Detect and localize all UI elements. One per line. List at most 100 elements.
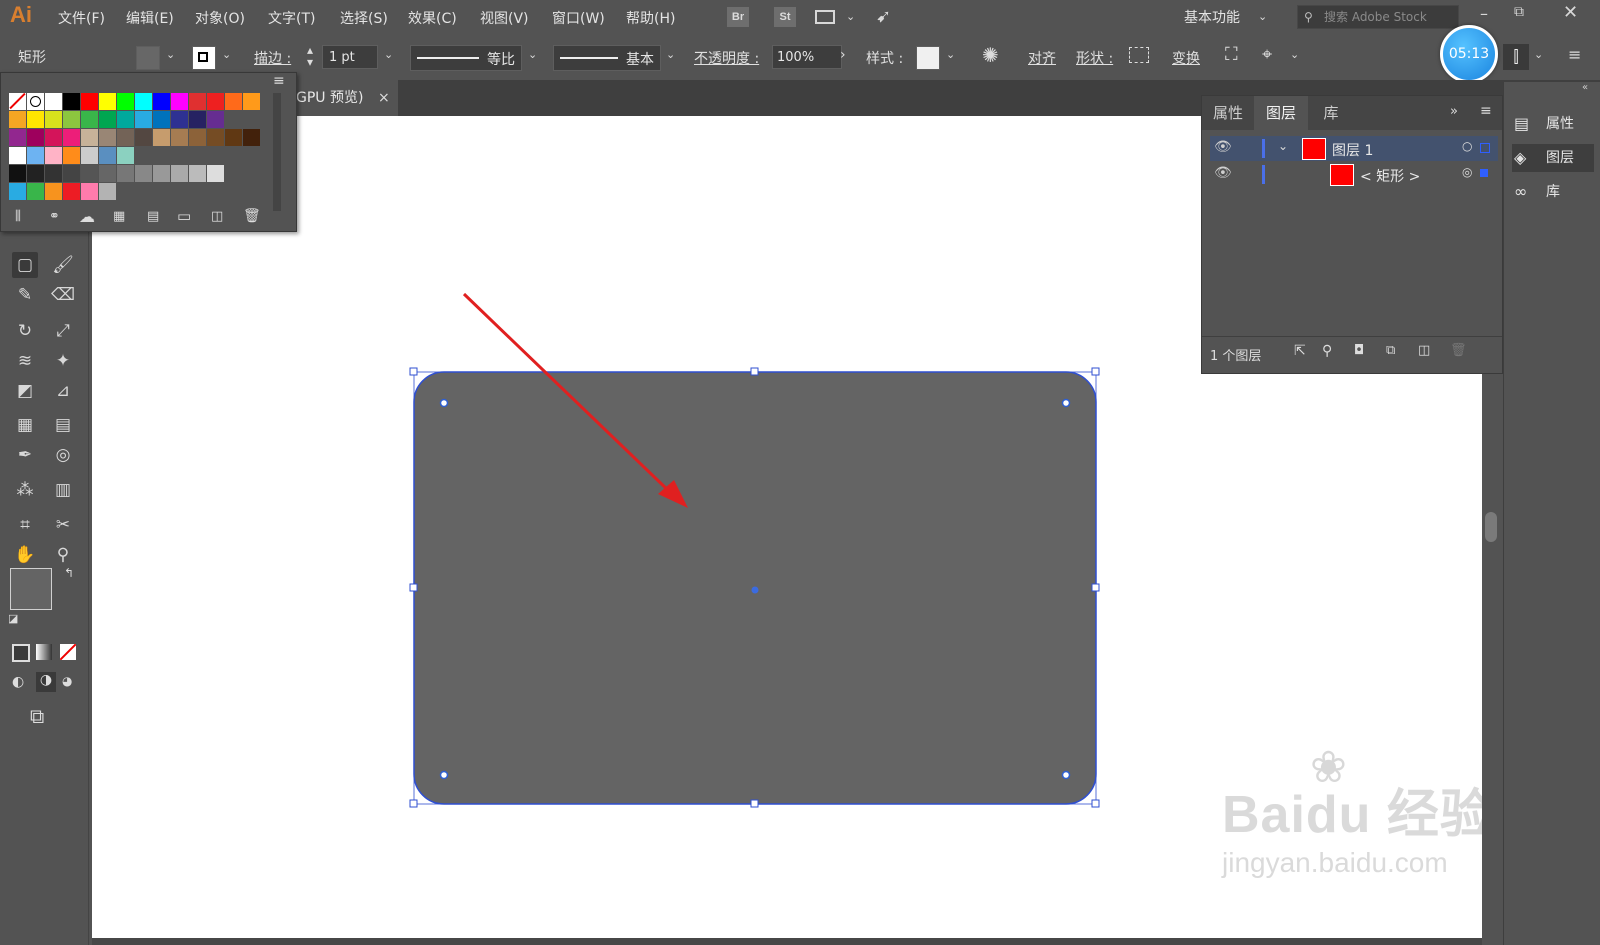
swatch[interactable] [45,93,62,110]
swatch[interactable] [171,111,188,128]
gradient-mode-icon[interactable] [36,644,52,660]
stock-icon[interactable]: St [774,7,796,27]
target-icon[interactable]: ○ [1462,139,1472,153]
transform-each-icon[interactable]: ⛶ [1225,44,1238,65]
chevron-down-icon[interactable]: ⌄ [666,48,675,61]
stroke-swatch[interactable] [192,46,216,70]
delete-icon[interactable]: 🗑 [1450,343,1467,358]
shape-properties-icon[interactable] [1129,47,1149,63]
swatch[interactable] [27,147,44,164]
swatch[interactable] [117,111,134,128]
chevron-down-icon[interactable]: ⌄ [166,48,175,61]
swatch[interactable] [9,147,26,164]
eyedropper-tool-icon[interactable]: ✒ [12,442,38,468]
menu-file[interactable]: 文件(F) [58,8,105,28]
puppet-warp-tool-icon[interactable]: ✦ [50,348,76,374]
shaper-tool-icon[interactable]: ✎ [12,282,38,308]
collapse-panel-icon[interactable]: » [1450,104,1458,119]
menu-type[interactable]: 文字(T) [268,8,315,28]
mesh-tool-icon[interactable]: ▦ [12,412,38,438]
blend-tool-icon[interactable]: ◎ [50,442,76,468]
align-link[interactable]: 对齐 [1028,48,1056,68]
swatch-libraries-icon[interactable]: ⫼ [15,209,21,224]
clipping-mask-icon[interactable]: ◘ [1354,343,1364,358]
recolor-artwork-icon[interactable]: ✺ [982,43,999,67]
swatch[interactable] [117,93,134,110]
new-layer-icon[interactable]: ◫ [1418,343,1430,358]
stroke-label[interactable]: 描边 : [254,48,291,68]
layer-name[interactable]: 图层 1 [1332,140,1373,160]
selection-indicator[interactable] [1480,143,1490,153]
artboard-tool-icon[interactable]: ⌗ [12,512,38,538]
perspective-grid-tool-icon[interactable]: ⊿ [50,378,76,404]
swatch[interactable] [135,165,152,182]
panel-menu-icon[interactable]: ≡ [1568,45,1581,64]
menu-help[interactable]: 帮助(H) [626,8,675,28]
swatch[interactable] [99,129,116,146]
swatch[interactable] [135,111,152,128]
stock-search-input[interactable]: ⚲ 搜索 Adobe Stock [1297,5,1459,29]
draw-behind-icon[interactable]: ◑ [36,672,56,692]
dock-libraries[interactable]: ∞ 库 [1512,178,1594,206]
fill-swatch[interactable] [136,46,160,70]
delete-icon[interactable]: 🗑 [243,208,261,224]
swatch[interactable] [153,111,170,128]
menu-object[interactable]: 对象(O) [195,8,245,28]
swatch[interactable] [9,111,26,128]
swatch[interactable] [117,147,134,164]
chevron-down-icon[interactable]: ⌄ [384,48,393,61]
swatch[interactable] [81,165,98,182]
swatch[interactable] [225,93,242,110]
screen-mode-icon[interactable]: ⧉ [30,704,44,728]
search-icon[interactable]: ⚲ [1322,343,1332,359]
swatch[interactable] [243,129,260,146]
swatch[interactable] [9,165,26,182]
swatch[interactable] [45,111,62,128]
swap-colors-icon[interactable]: ↰ [64,566,74,580]
isolate-icon[interactable]: ⌖ [1262,44,1272,65]
swatch[interactable] [189,165,206,182]
chevron-down-icon[interactable]: ⌄ [528,48,537,61]
shape-link[interactable]: 形状 : [1076,48,1113,68]
chevron-down-icon[interactable]: ⌄ [846,10,855,23]
column-graph-tool-icon[interactable]: ▥ [50,477,76,503]
bridge-icon[interactable]: Br [727,7,749,27]
swatch[interactable] [27,165,44,182]
paintbrush-tool-icon[interactable]: 🖌 [50,252,76,278]
swatch[interactable] [27,183,44,200]
swatch[interactable] [207,111,224,128]
tab-libraries[interactable]: 库 [1308,96,1354,130]
swatch[interactable] [45,165,62,182]
default-colors-icon[interactable]: ◪ [8,612,18,625]
stroke-stepper[interactable]: ▴ ▾ [307,44,313,68]
chevron-down-icon[interactable]: ⌄ [1258,10,1267,23]
chevron-down-icon[interactable]: ⌄ [1534,48,1543,61]
chevron-down-icon[interactable]: ⌄ [1290,48,1299,61]
target-icon[interactable]: ◎ [1462,165,1472,179]
eraser-tool-icon[interactable]: ⌫ [50,282,76,308]
gpu-performance-icon[interactable]: ➹ [876,6,891,27]
swatch[interactable] [99,147,116,164]
brush-definition[interactable]: 基本 [553,45,661,71]
swatch[interactable] [27,93,44,110]
swatch[interactable] [63,111,80,128]
arrange-documents-icon[interactable] [815,10,835,24]
swatch[interactable] [45,147,62,164]
graphic-style-swatch[interactable] [916,46,940,70]
chevron-down-icon[interactable]: ⌄ [946,48,955,61]
swatch[interactable] [63,93,80,110]
swatch[interactable] [189,129,206,146]
swatch[interactable] [207,93,224,110]
eye-icon[interactable]: 👁 [1214,165,1232,181]
color-group-icon[interactable]: ▤ [147,209,159,224]
swatch[interactable] [135,129,152,146]
menu-effect[interactable]: 效果(C) [408,8,457,28]
eye-icon[interactable]: 👁 [1214,139,1232,155]
swatch[interactable] [81,93,98,110]
swatch[interactable] [45,129,62,146]
collapse-dock-icon[interactable]: « [1582,82,1588,93]
swatch[interactable] [153,165,170,182]
swatch[interactable] [171,165,188,182]
menu-view[interactable]: 视图(V) [480,8,529,28]
opacity-label[interactable]: 不透明度 : [694,48,759,68]
